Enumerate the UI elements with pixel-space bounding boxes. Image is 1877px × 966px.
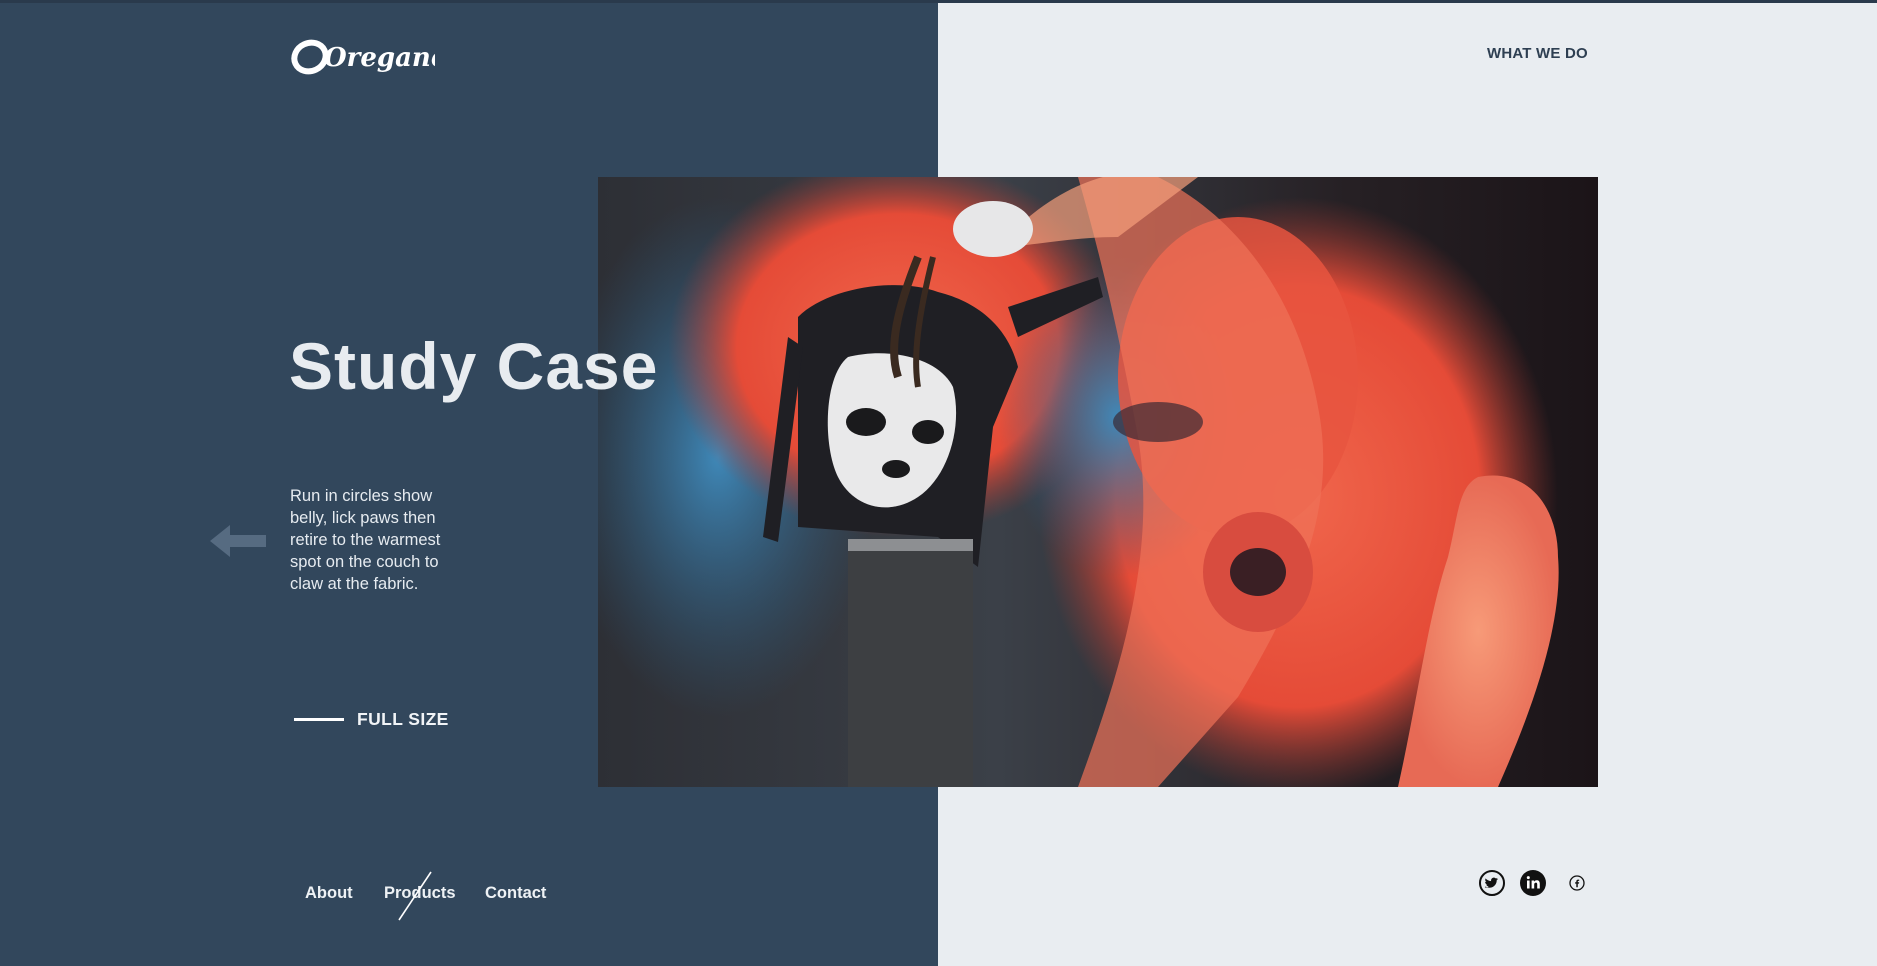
nav-about[interactable]: About — [305, 884, 353, 903]
logo-text: Oregano — [324, 43, 435, 73]
nav-what-we-do[interactable]: WHAT WE DO — [1487, 45, 1588, 62]
logo-wordmark: Oregano — [291, 39, 435, 75]
full-size-link[interactable]: FULL SIZE — [294, 709, 449, 730]
previous-arrow-icon[interactable] — [210, 525, 268, 557]
hero-description: Run in circles show belly, lick paws the… — [290, 487, 441, 593]
full-size-label: FULL SIZE — [357, 709, 449, 729]
linkedin-icon[interactable] — [1519, 869, 1547, 897]
page-title: Study Case — [289, 329, 659, 403]
facebook-icon[interactable] — [1563, 869, 1591, 897]
logo[interactable]: Oregano — [290, 34, 435, 76]
twitter-icon[interactable] — [1478, 869, 1506, 897]
active-slash-indicator — [398, 871, 432, 921]
nav-contact[interactable]: Contact — [485, 884, 546, 903]
full-size-line — [294, 718, 344, 721]
hero-image — [598, 177, 1598, 787]
